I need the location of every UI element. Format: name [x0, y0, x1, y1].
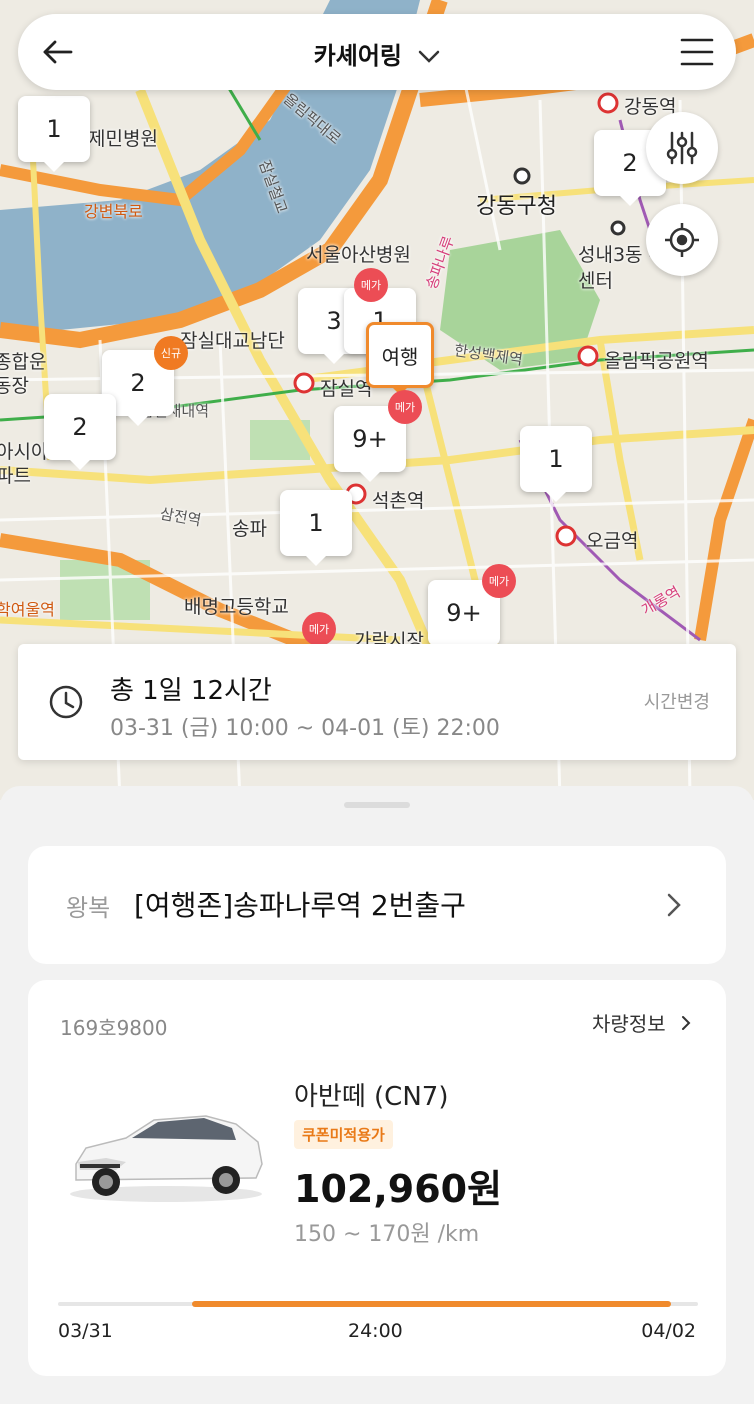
- map-label: 제민병원: [88, 128, 158, 150]
- map-label: 잠실역: [320, 378, 373, 400]
- map-label: 송파: [232, 518, 267, 540]
- timeline-mid-label: 24:00: [348, 1320, 403, 1342]
- map-pin[interactable]: 1: [18, 96, 90, 172]
- map-label: 배명고등학교: [184, 596, 289, 618]
- chevron-right-icon: [682, 1016, 691, 1030]
- timeline-end-label: 04/02: [641, 1320, 696, 1342]
- price-per-km: 150 ~ 170원 /km: [294, 1222, 480, 1247]
- current-location-button[interactable]: [646, 204, 718, 276]
- top-bar: 카셰어링: [18, 14, 736, 90]
- map-label: 종합운동장: [0, 351, 47, 397]
- trip-type: 왕복: [66, 894, 111, 922]
- chevron-right-icon: [667, 893, 681, 917]
- map-label: 올림픽공원역: [604, 350, 709, 372]
- mega-badge: 메가: [482, 564, 516, 598]
- filter-button[interactable]: [646, 112, 718, 184]
- chevron-down-icon: [419, 50, 440, 63]
- timeline-start-label: 03/31: [58, 1320, 113, 1342]
- map-pin-selected[interactable]: 여행: [366, 322, 434, 395]
- map-pin[interactable]: 1: [280, 490, 352, 566]
- car-price: 102,960원: [294, 1167, 503, 1211]
- zone-name: [여행존]송파나루역 2번출구: [134, 889, 466, 922]
- rental-duration: 총 1일 12시간: [110, 676, 272, 706]
- mega-badge: 메가: [302, 612, 336, 646]
- map-label: 서울아산병원: [306, 244, 411, 266]
- car-info-label: 차량정보: [592, 1012, 666, 1036]
- rental-time-card[interactable]: 총 1일 12시간 03-31 (금) 10:00 ~ 04-01 (토) 22…: [18, 644, 736, 760]
- filter-sliders-icon: [666, 131, 698, 165]
- service-selector[interactable]: 카셰어링: [18, 36, 736, 71]
- map-label: 잠실대교남단: [180, 330, 285, 352]
- mega-badge: 메가: [388, 390, 422, 424]
- hamburger-menu-icon[interactable]: [680, 36, 714, 68]
- car-info-link[interactable]: 차량정보: [592, 1008, 692, 1037]
- reserved-range-bar: [192, 1301, 672, 1307]
- map-pin[interactable]: 2: [44, 394, 116, 470]
- car-model: 아반떼 (CN7): [294, 1082, 449, 1112]
- sheet-grabber[interactable]: [344, 802, 410, 808]
- clock-icon: [49, 685, 83, 719]
- mega-badge: 메가: [354, 268, 388, 302]
- availability-timeline: [58, 1301, 698, 1307]
- page-title: 카셰어링: [313, 42, 402, 70]
- car-image: [70, 1115, 263, 1202]
- change-time-button[interactable]: 시간변경: [644, 688, 710, 714]
- license-plate: 169호9800: [60, 1016, 168, 1040]
- new-badge: 신규: [154, 336, 188, 370]
- zone-card[interactable]: 왕복 [여행존]송파나루역 2번출구: [28, 846, 726, 964]
- coupon-tag: 쿠폰미적용가: [294, 1120, 393, 1149]
- map-label: 오금역: [586, 530, 639, 552]
- bottom-sheet: 왕복 [여행존]송파나루역 2번출구 169호9800 차량정보 아반떼 (CN…: [0, 786, 754, 1404]
- car-card[interactable]: 169호9800 차량정보 아반떼 (CN7) 쿠폰미적용가 102,960원 …: [28, 980, 726, 1376]
- map-label: 학여울역: [0, 600, 55, 619]
- map-label: 강동구청: [476, 194, 557, 219]
- map-label: 석촌역: [372, 490, 425, 512]
- rental-range: 03-31 (금) 10:00 ~ 04-01 (토) 22:00: [110, 716, 500, 741]
- crosshair-location-icon: [665, 223, 699, 257]
- map-pin[interactable]: 1: [520, 426, 592, 502]
- map-label: 강변북로: [84, 202, 143, 221]
